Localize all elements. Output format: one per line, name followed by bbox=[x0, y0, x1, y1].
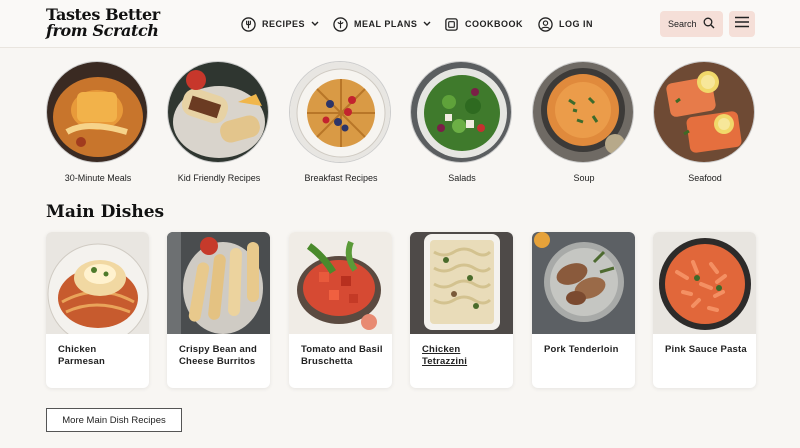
section-title-main-dishes: Main Dishes bbox=[46, 202, 165, 222]
category-label: Seafood bbox=[688, 173, 722, 183]
recipe-title: Chicken Tetrazzini bbox=[422, 344, 468, 367]
category-breakfast-recipes[interactable]: Breakfast Recipes bbox=[289, 61, 393, 183]
chevron-down-icon bbox=[311, 19, 319, 29]
recipe-card-pink-sauce-pasta[interactable]: Pink Sauce Pasta bbox=[653, 232, 756, 388]
nav-recipes-label: RECIPES bbox=[262, 19, 306, 29]
search-icon bbox=[703, 17, 715, 31]
category-image bbox=[46, 61, 148, 163]
category-image bbox=[167, 61, 269, 163]
recipe-image bbox=[289, 232, 392, 334]
category-kid-friendly-recipes[interactable]: Kid Friendly Recipes bbox=[167, 61, 271, 183]
search-label: Search bbox=[668, 19, 697, 29]
recipe-title: Crispy Bean and Cheese Burritos bbox=[179, 344, 257, 367]
hamburger-icon bbox=[735, 15, 749, 33]
recipe-image bbox=[46, 232, 149, 334]
category-soup[interactable]: Soup bbox=[532, 61, 636, 183]
category-seafood[interactable]: Seafood bbox=[653, 61, 757, 183]
user-icon bbox=[537, 16, 553, 32]
clipboard-icon bbox=[332, 16, 348, 32]
fork-icon bbox=[240, 16, 256, 32]
recipe-image bbox=[532, 232, 635, 334]
recipe-card-chicken-tetrazzini[interactable]: Chicken Tetrazzini bbox=[410, 232, 513, 388]
recipe-title: Chicken Parmesan bbox=[58, 344, 106, 367]
recipe-image bbox=[653, 232, 756, 334]
nav-login[interactable]: LOG IN bbox=[537, 14, 593, 34]
nav-login-label: LOG IN bbox=[559, 19, 593, 29]
nav-cookbook-label: COOKBOOK bbox=[465, 19, 523, 29]
search-button[interactable]: Search bbox=[660, 11, 723, 37]
nav-recipes[interactable]: RECIPES bbox=[240, 14, 319, 34]
category-image bbox=[532, 61, 634, 163]
book-icon bbox=[443, 16, 459, 32]
category-30-minute-meals[interactable]: 30-Minute Meals bbox=[46, 61, 150, 183]
menu-button[interactable] bbox=[729, 11, 755, 37]
logo-line-2: from Scratch bbox=[46, 21, 159, 40]
more-main-dish-recipes-button[interactable]: More Main Dish Recipes bbox=[46, 408, 182, 432]
nav-meal-plans-label: MEAL PLANS bbox=[354, 19, 418, 29]
recipe-image bbox=[410, 232, 513, 334]
site-header: Tastes Better from Scratch RECIPES MEAL … bbox=[0, 0, 800, 48]
category-image bbox=[653, 61, 755, 163]
nav-cookbook[interactable]: COOKBOOK bbox=[443, 14, 523, 34]
nav-meal-plans[interactable]: MEAL PLANS bbox=[332, 14, 431, 34]
recipe-image bbox=[167, 232, 270, 334]
category-salads[interactable]: Salads bbox=[410, 61, 514, 183]
recipe-title: Tomato and Basil Bruschetta bbox=[301, 344, 383, 367]
recipe-card-chicken-parmesan[interactable]: Chicken Parmesan bbox=[46, 232, 149, 388]
chevron-down-icon bbox=[423, 19, 431, 29]
recipe-card-pork-tenderloin[interactable]: Pork Tenderloin bbox=[532, 232, 635, 388]
category-image bbox=[410, 61, 512, 163]
recipe-card-tomato-and-basil-bruschetta[interactable]: Tomato and Basil Bruschetta bbox=[289, 232, 392, 388]
category-image bbox=[289, 61, 391, 163]
site-logo[interactable]: Tastes Better from Scratch bbox=[46, 7, 174, 39]
recipe-title: Pork Tenderloin bbox=[544, 344, 619, 355]
recipe-card-crispy-bean-and-cheese-burritos[interactable]: Crispy Bean and Cheese Burritos bbox=[167, 232, 270, 388]
recipe-title: Pink Sauce Pasta bbox=[665, 344, 747, 355]
